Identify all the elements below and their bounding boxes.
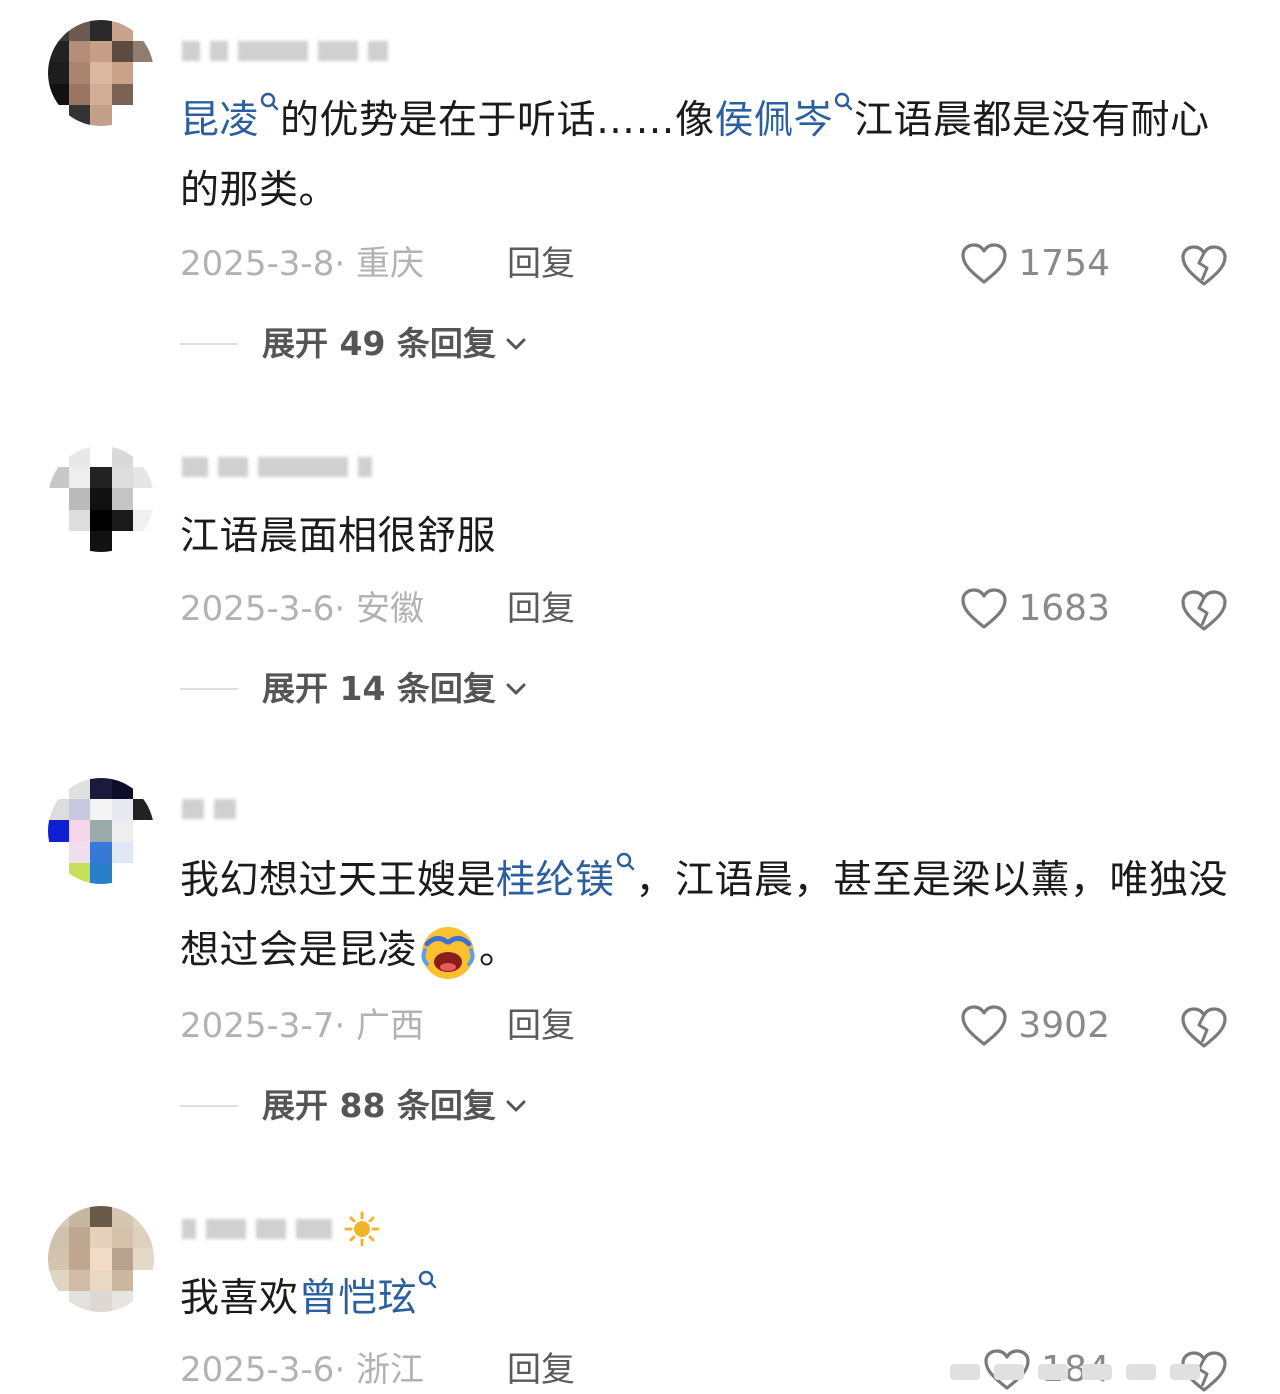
search-icon bbox=[834, 92, 853, 111]
expand-replies-button[interactable]: 展开 49 条回复 bbox=[180, 322, 528, 366]
reply-button[interactable]: 回复 bbox=[507, 1348, 575, 1392]
like-count: 1683 bbox=[1018, 588, 1110, 629]
comment-meta: 2025-3-7· 广西 回复 3902 bbox=[180, 1004, 1240, 1048]
username-blurred[interactable] bbox=[182, 454, 372, 480]
expand-replies-button[interactable]: 展开 88 条回复 bbox=[180, 1084, 528, 1128]
broken-heart-icon[interactable] bbox=[1180, 1006, 1228, 1050]
like-count: 3902 bbox=[1018, 1005, 1110, 1046]
topic-link[interactable]: 桂纶镁 bbox=[496, 858, 615, 903]
date-location: 2025-3-6· 浙江 bbox=[180, 1350, 424, 1390]
search-icon bbox=[260, 92, 279, 111]
date-location: 2025-3-7· 广西 bbox=[180, 1006, 424, 1046]
broken-heart-icon[interactable] bbox=[1180, 244, 1228, 288]
comment-text: 江语晨面相很舒服 bbox=[180, 502, 1240, 572]
divider bbox=[180, 343, 238, 345]
topic-link[interactable]: 昆凌 bbox=[180, 98, 259, 143]
chevron-down-icon bbox=[506, 338, 526, 350]
comment-meta: 2025-3-8· 重庆 回复 1754 bbox=[180, 242, 1240, 286]
comment-text: 我幻想过天王嫂是桂纶镁 ，江语晨，甚至是梁以薰，唯独没想过会是昆凌 。 bbox=[180, 846, 1240, 986]
reply-button[interactable]: 回复 bbox=[507, 1004, 575, 1048]
comment-text-segment: 。 bbox=[479, 928, 519, 973]
avatar[interactable] bbox=[48, 778, 154, 884]
comment-meta: 2025-3-6· 安徽 回复 1683 bbox=[180, 587, 1240, 631]
sun-badge-icon bbox=[344, 1211, 380, 1247]
date-location: 2025-3-8· 重庆 bbox=[180, 244, 424, 284]
expand-replies-label: 展开 88 条回复 bbox=[262, 1086, 496, 1125]
expand-replies-label: 展开 49 条回复 bbox=[262, 324, 496, 363]
expand-replies-label: 展开 14 条回复 bbox=[262, 669, 496, 708]
comment-text-segment: 江语晨面相很舒服 bbox=[180, 514, 497, 559]
watermark bbox=[950, 1364, 1250, 1384]
search-icon bbox=[418, 1270, 437, 1289]
divider bbox=[180, 688, 238, 690]
search-icon bbox=[616, 852, 634, 871]
like-count: 1754 bbox=[1018, 243, 1110, 284]
username-blurred[interactable] bbox=[182, 796, 236, 822]
avatar[interactable] bbox=[48, 20, 154, 126]
comment-text-segment: 我喜欢 bbox=[180, 1276, 299, 1321]
comment-text: 昆凌 的优势是在于听话……像侯佩岑 江语晨都是没有耐心的那类。 bbox=[180, 86, 1240, 226]
date-location: 2025-3-6· 安徽 bbox=[180, 589, 424, 629]
heart-outline-icon bbox=[961, 243, 1007, 284]
like-button[interactable]: 1754 bbox=[960, 242, 1110, 286]
heart-outline-icon bbox=[961, 1005, 1007, 1046]
comment-text-segment: 的优势是在于听话……像 bbox=[280, 98, 715, 143]
like-button[interactable]: 3902 bbox=[960, 1004, 1110, 1048]
laughing-crying-emoji bbox=[421, 926, 475, 979]
chevron-down-icon bbox=[506, 683, 526, 695]
chevron-down-icon bbox=[506, 1100, 526, 1112]
topic-link[interactable]: 侯佩岑 bbox=[715, 98, 834, 143]
avatar[interactable] bbox=[48, 446, 154, 552]
reply-button[interactable]: 回复 bbox=[507, 242, 575, 286]
avatar[interactable] bbox=[48, 1206, 154, 1312]
topic-link[interactable]: 曾恺玹 bbox=[299, 1276, 418, 1321]
heart-outline-icon bbox=[961, 588, 1007, 629]
comment-text-segment: 我幻想过天王嫂是 bbox=[180, 858, 497, 903]
username-blurred[interactable] bbox=[182, 1211, 382, 1247]
divider bbox=[180, 1105, 238, 1107]
like-button[interactable]: 1683 bbox=[960, 587, 1110, 631]
username-blurred[interactable] bbox=[182, 38, 388, 64]
expand-replies-button[interactable]: 展开 14 条回复 bbox=[180, 667, 528, 711]
broken-heart-icon[interactable] bbox=[1180, 589, 1228, 633]
reply-button[interactable]: 回复 bbox=[507, 587, 575, 631]
comment-text: 我喜欢曾恺玹 bbox=[180, 1264, 1240, 1334]
